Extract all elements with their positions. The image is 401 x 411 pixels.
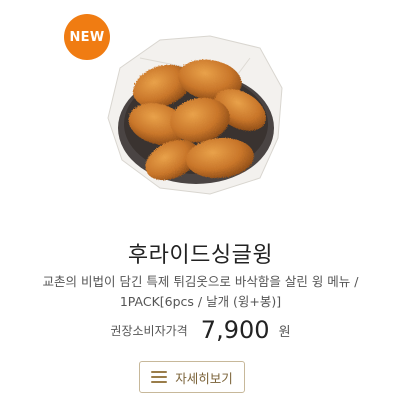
- description-line-1: 교촌의 비법이 담긴 특제 튀김옷으로 바삭함을 살린 윙 메뉴 /: [42, 274, 359, 289]
- price-unit: 원: [278, 324, 291, 340]
- detail-view-button[interactable]: 자세히보기: [139, 361, 245, 393]
- price-label: 권장소비자가격: [110, 323, 188, 338]
- description-line-2: 1PACK[6pcs / 날개 (윙+봉)]: [119, 294, 282, 309]
- product-description: 교촌의 비법이 담긴 특제 튀김옷으로 바삭함을 살린 윙 메뉴 / 1PACK…: [24, 272, 377, 312]
- product-card: NEW 후라이드싱글윙 교촌의 비법이 담긴 특제 튀김옷으로 바삭함을 살린 …: [0, 0, 401, 411]
- price-row: 권장소비자가격 7,900 원: [0, 316, 401, 344]
- price-value: 7,900: [200, 316, 270, 344]
- detail-view-label: 자세히보기: [175, 370, 233, 386]
- product-title: 후라이드싱글윙: [127, 243, 274, 268]
- hamburger-menu-icon: [151, 371, 168, 383]
- product-image: [107, 35, 283, 195]
